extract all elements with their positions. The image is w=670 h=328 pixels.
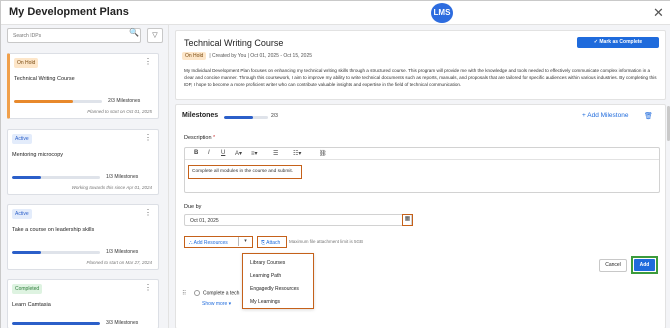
idp-card-leadership[interactable]: Active ⋮ Take a course on leadership ski… [7, 204, 159, 270]
search-input[interactable] [13, 33, 113, 39]
kebab-menu-icon[interactable]: ⋮ [144, 134, 152, 142]
status-badge: On Hold [14, 58, 39, 68]
milestone-count: 1/3 Milestones [106, 249, 139, 255]
filter-icon[interactable]: ▽ [147, 28, 163, 43]
search-icon[interactable]: 🔍 [129, 28, 139, 37]
cancel-button[interactable]: Cancel [599, 259, 627, 272]
milestone-count: 2/3 Milestones [108, 98, 141, 104]
menu-item-my-learnings[interactable]: My Learnings [250, 299, 280, 305]
idp-card-technical-writing[interactable]: On Hold ⋮ Technical Writing Course 2/3 M… [7, 53, 159, 119]
course-description: My Individual Development Plan focuses o… [184, 68, 657, 87]
progress-fill [12, 176, 42, 179]
show-more-link[interactable]: Show more ▾ [202, 301, 231, 307]
add-button[interactable]: Add [631, 256, 658, 274]
idp-card-camtasia[interactable]: Completed ⋮ Learn Camtasia 3/3 Milestone… [7, 279, 159, 328]
menu-item-learning-path[interactable]: Learning Path [250, 273, 281, 279]
add-milestone-link[interactable]: + Add Milestone [582, 112, 628, 119]
description-label: Description * [184, 135, 216, 141]
chevron-down-icon[interactable]: ▾ [238, 237, 252, 246]
plan-date: Working towards this since Apr 01, 2024 [71, 185, 152, 190]
kebab-menu-icon[interactable]: ⋮ [144, 58, 152, 66]
idp-card-mentoring[interactable]: Active ⋮ Mentoring microcopy 1/3 Milesto… [7, 129, 159, 195]
status-badge: Completed [12, 284, 43, 294]
ordered-list-icon[interactable]: ☰ [273, 150, 278, 157]
milestones-count: 2/3 [271, 113, 278, 119]
status-badge: Active [12, 134, 32, 144]
link-icon[interactable]: ⛓ [319, 150, 327, 157]
progress-fill [12, 322, 100, 325]
mark-complete-button[interactable]: ✓ Mark as Complete [577, 37, 659, 48]
max-size-hint: Maximum file attachment limit is 5GB [289, 239, 364, 244]
course-title: Technical Writing Course [184, 38, 284, 48]
idp-name: Learn Camtasia [12, 302, 51, 308]
due-label: Due by [184, 204, 202, 210]
plan-date: Planned to start on Oct 01, 2025 [87, 109, 152, 114]
underline-icon[interactable]: U [221, 150, 225, 156]
status-badge: On Hold [182, 52, 207, 60]
bold-icon[interactable]: B [194, 150, 198, 156]
progress-bar [12, 176, 100, 179]
delete-icon[interactable]: 🗑 [644, 112, 653, 120]
milestone-count: 1/3 Milestones [106, 174, 139, 180]
plan-date: Planned to start on Mar 27, 2024 [86, 260, 152, 265]
calendar-icon[interactable]: ▦ [402, 214, 413, 226]
resources-menu: Library Courses Learning Path Engagedly … [242, 253, 314, 309]
idp-name: Mentoring microcopy [12, 152, 64, 158]
brand-logo: LMS [431, 3, 453, 23]
add-resources-button[interactable]: ⛬ Add Resources ▾ [184, 236, 253, 248]
font-size-icon[interactable]: A▾ [235, 150, 242, 157]
idp-name: Take a course on leadership skills [12, 227, 95, 233]
window-title: My Development Plans [9, 6, 129, 18]
course-meta: On Hold | Created by You | Oct 01, 2025 -… [182, 52, 312, 60]
app-window: My Development Plans LMS ✕ 🔍 ▽ On Hold ⋮… [0, 0, 670, 328]
course-dates: | Created by You | Oct 01, 2025 - Oct 15… [209, 53, 313, 59]
milestones-panel: Milestones 2/3 + Add Milestone 🗑 Descrip… [175, 104, 666, 328]
progress-bar [14, 100, 102, 103]
add-button-label: Add [634, 259, 655, 271]
progress-bar [12, 251, 100, 254]
kebab-menu-icon[interactable]: ⋮ [144, 209, 152, 217]
milestones-progress-bar [224, 116, 268, 119]
due-date-input[interactable]: Oct 01, 2025 [184, 214, 412, 226]
attach-button[interactable]: ⎘ Attach [257, 236, 287, 248]
editor-toolbar: B I U A▾ ≡▾ ☰ ☷▾ ⛓ [185, 148, 659, 160]
close-icon[interactable]: ✕ [653, 5, 664, 21]
menu-item-library-courses[interactable]: Library Courses [250, 260, 285, 266]
italic-icon[interactable]: I [208, 150, 210, 156]
drag-handle-icon[interactable]: ⠿ [182, 290, 186, 297]
menu-item-engagedly-resources[interactable]: Engagedly Resources [250, 286, 299, 292]
checkbox-icon[interactable] [194, 290, 200, 296]
kebab-menu-icon[interactable]: ⋮ [144, 284, 152, 292]
progress-fill [12, 251, 42, 254]
milestone-count: 3/3 Milestones [106, 320, 139, 326]
search-box[interactable] [7, 28, 141, 43]
align-icon[interactable]: ≡▾ [251, 150, 258, 157]
idp-name: Technical Writing Course [14, 76, 75, 82]
editor-content[interactable]: Complete all modules in the course and s… [188, 165, 302, 179]
rich-text-editor[interactable]: B I U A▾ ≡▾ ☰ ☷▾ ⛓ Complete all modules … [184, 147, 660, 193]
status-badge: Active [12, 209, 32, 219]
progress-bar [12, 322, 100, 325]
idp-sidebar: 🔍 ▽ On Hold ⋮ Technical Writing Course 2… [1, 25, 169, 328]
course-header: Technical Writing Course ✓ Mark as Compl… [175, 30, 666, 100]
title-bar: My Development Plans LMS ✕ [1, 1, 670, 25]
milestone-item[interactable]: Complete a tech [194, 290, 239, 296]
milestones-label: Milestones [182, 112, 219, 119]
milestones-progress-fill [224, 116, 254, 119]
bullet-list-icon[interactable]: ☷▾ [293, 150, 301, 157]
progress-fill [14, 100, 73, 103]
